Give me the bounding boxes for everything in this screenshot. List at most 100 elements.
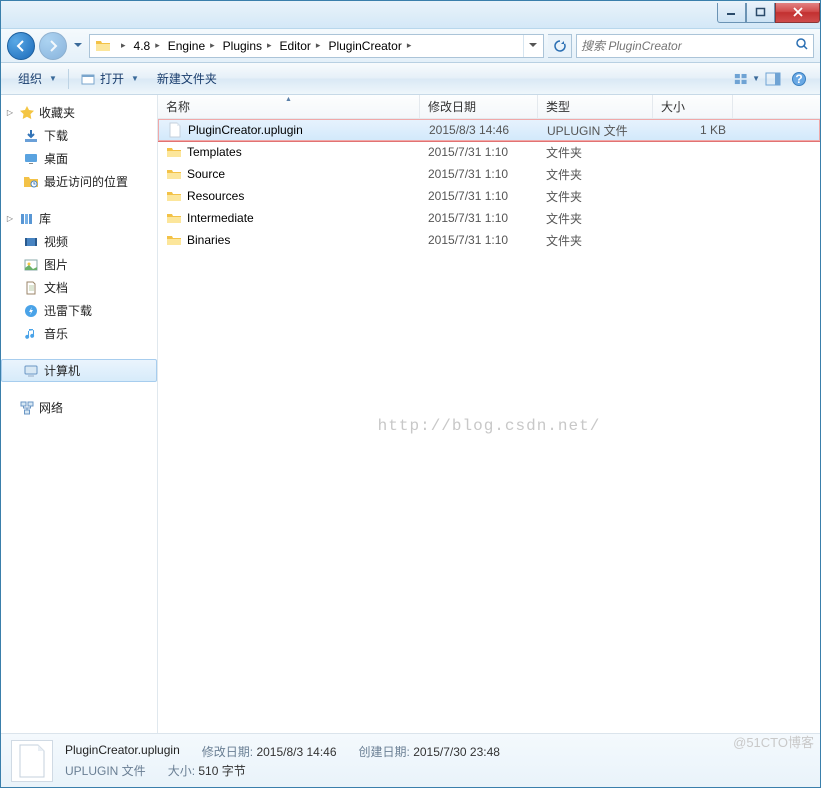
col-size[interactable]: 大小	[653, 95, 733, 118]
path-box[interactable]: ▸ 4.8▸ Engine▸ Plugins▸ Editor▸ PluginCr…	[89, 34, 544, 58]
breadcrumb-1[interactable]: Engine▸	[164, 35, 219, 57]
expand-icon: ▷	[5, 214, 15, 223]
nav-label: 迅雷下载	[44, 302, 92, 319]
folder-icon	[166, 166, 182, 182]
file-type: 文件夹	[538, 188, 653, 205]
nav-recent[interactable]: 最近访问的位置	[1, 170, 157, 193]
nav-documents[interactable]: 文档	[1, 276, 157, 299]
expand-icon: ▷	[5, 108, 15, 117]
nav-label: 视频	[44, 233, 68, 250]
nav-computer[interactable]: 计算机	[1, 359, 157, 382]
search-input[interactable]	[581, 39, 795, 53]
col-name[interactable]: 名称▲	[158, 95, 420, 118]
details-filetype: UPLUGIN 文件	[65, 762, 146, 779]
breadcrumb-label: Editor	[280, 39, 311, 53]
preview-pane-button[interactable]	[760, 68, 786, 90]
nav-label: 下载	[44, 127, 68, 144]
library-icon	[19, 211, 35, 227]
nav-desktop[interactable]: 桌面	[1, 147, 157, 170]
file-row[interactable]: Templates2015/7/31 1:10文件夹	[158, 141, 820, 163]
file-name: Resources	[187, 189, 244, 203]
music-icon	[23, 326, 39, 342]
col-date[interactable]: 修改日期	[420, 95, 538, 118]
nav-music[interactable]: 音乐	[1, 322, 157, 345]
explorer-window: ▸ 4.8▸ Engine▸ Plugins▸ Editor▸ PluginCr…	[0, 0, 821, 788]
nav-network-head[interactable]: ▷网络	[1, 396, 157, 419]
computer-icon	[23, 363, 39, 379]
svg-text:?: ?	[795, 72, 802, 86]
nav-label: 库	[39, 210, 51, 227]
open-button[interactable]: 打开▼	[71, 66, 148, 91]
breadcrumb-4[interactable]: PluginCreator▸	[324, 35, 415, 57]
details-file-icon	[11, 740, 53, 782]
nav-libraries-head[interactable]: ▷库	[1, 207, 157, 230]
chevron-down-icon: ▼	[131, 74, 139, 83]
breadcrumb-root-sep[interactable]: ▸	[114, 35, 130, 57]
file-type: 文件夹	[538, 166, 653, 183]
maximize-button[interactable]	[746, 3, 775, 23]
file-row[interactable]: Binaries2015/7/31 1:10文件夹	[158, 229, 820, 251]
file-row[interactable]: Intermediate2015/7/31 1:10文件夹	[158, 207, 820, 229]
back-button[interactable]	[7, 32, 35, 60]
desktop-icon	[23, 151, 39, 167]
nav-videos[interactable]: 视频	[1, 230, 157, 253]
nav-downloads[interactable]: 下载	[1, 124, 157, 147]
nav-label: 图片	[44, 256, 68, 273]
nav-label: 最近访问的位置	[44, 173, 128, 190]
open-icon	[80, 71, 96, 87]
watermark-text: http://blog.csdn.net/	[378, 417, 601, 435]
video-icon	[23, 234, 39, 250]
close-button[interactable]	[775, 3, 820, 23]
nav-pictures[interactable]: 图片	[1, 253, 157, 276]
folder-icon	[95, 38, 111, 54]
search-icon[interactable]	[795, 37, 809, 54]
folder-icon	[166, 210, 182, 226]
nav-thunder[interactable]: 迅雷下载	[1, 299, 157, 322]
file-row[interactable]: Source 2015/7/31 1:10文件夹	[158, 163, 820, 185]
organize-button[interactable]: 组织▼	[9, 66, 66, 91]
file-date: 2015/8/3 14:46	[421, 123, 539, 137]
star-icon	[19, 105, 35, 121]
file-size: 1 KB	[654, 123, 734, 137]
picture-icon	[23, 257, 39, 273]
nav-favorites-head[interactable]: ▷ 收藏夹	[1, 101, 157, 124]
file-type: 文件夹	[538, 210, 653, 227]
file-date: 2015/7/31 1:10	[420, 145, 538, 159]
nav-label: 收藏夹	[39, 104, 75, 121]
breadcrumb-3[interactable]: Editor▸	[276, 35, 325, 57]
forward-button[interactable]	[39, 32, 67, 60]
breadcrumb-label: Engine	[168, 39, 205, 53]
chevron-down-icon: ▼	[752, 74, 760, 83]
nav-label: 计算机	[44, 362, 80, 379]
path-dropdown[interactable]	[523, 35, 541, 57]
minimize-button[interactable]	[717, 3, 746, 23]
column-headers: 名称▲ 修改日期 类型 大小	[158, 95, 820, 119]
breadcrumb-2[interactable]: Plugins▸	[219, 35, 276, 57]
refresh-button[interactable]	[548, 34, 572, 58]
file-date: 2015/7/31 1:10	[420, 233, 538, 247]
new-folder-button[interactable]: 新建文件夹	[148, 66, 226, 91]
nav-history-dropdown[interactable]	[71, 34, 85, 58]
sort-asc-icon: ▲	[285, 96, 292, 103]
col-type[interactable]: 类型	[538, 95, 653, 118]
help-button[interactable]: ?	[786, 68, 812, 90]
breadcrumb-label: 4.8	[134, 39, 151, 53]
recent-icon	[23, 174, 39, 190]
file-row[interactable]: PluginCreator.uplugin2015/8/3 14:46UPLUG…	[158, 119, 820, 141]
file-name: Source	[187, 167, 225, 181]
document-icon	[23, 280, 39, 296]
thunder-icon	[23, 303, 39, 319]
view-button[interactable]: ▼	[734, 68, 760, 90]
file-row[interactable]: Resources2015/7/31 1:10文件夹	[158, 185, 820, 207]
content-pane: 名称▲ 修改日期 类型 大小 PluginCreator.uplugin2015…	[158, 95, 820, 733]
download-icon	[23, 128, 39, 144]
search-box[interactable]	[576, 34, 814, 58]
body: ▷收藏夹 下载 桌面 最近访问的位置 ▷库 视频 图片 文档 迅雷下载 音乐 计…	[1, 95, 820, 733]
file-date: 2015/7/31 1:10	[420, 167, 538, 181]
file-type: UPLUGIN 文件	[539, 122, 654, 139]
details-pane: PluginCreator.uplugin 修改日期: 2015/8/3 14:…	[1, 733, 820, 787]
nav-pane: ▷收藏夹 下载 桌面 最近访问的位置 ▷库 视频 图片 文档 迅雷下载 音乐 计…	[1, 95, 158, 733]
breadcrumb-0[interactable]: 4.8▸	[130, 35, 164, 57]
nav-label: 音乐	[44, 325, 68, 342]
folder-icon	[166, 144, 182, 160]
